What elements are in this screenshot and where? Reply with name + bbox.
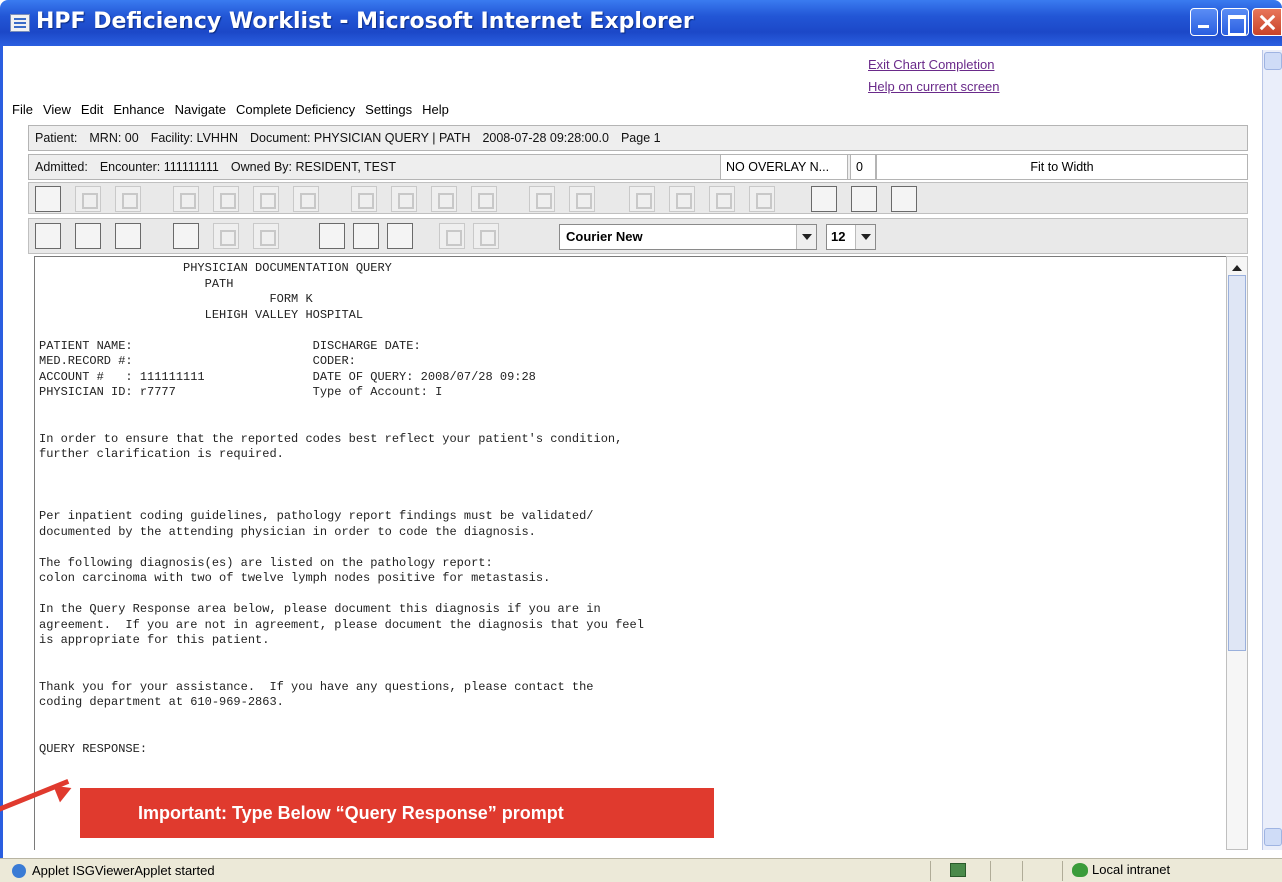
menu-bar: File View Edit Enhance Navigate Complete… (6, 96, 1248, 122)
zoom-out-icon[interactable] (569, 186, 595, 212)
menu-view[interactable]: View (43, 102, 71, 117)
exit-door-icon[interactable] (35, 186, 61, 212)
play-icon[interactable] (253, 223, 279, 249)
undo-icon[interactable] (439, 223, 465, 249)
patient-label: Patient: (35, 131, 78, 145)
security-zone: Local intranet (1072, 862, 1170, 877)
owned-by: Owned By: RESIDENT, TEST (230, 160, 396, 174)
exit-chart-completion-link[interactable]: Exit Chart Completion (868, 54, 1000, 76)
title-bar: HPF Deficiency Worklist - Microsoft Inte… (0, 0, 1282, 46)
document-datetime: 2008-07-28 09:28:00.0 (482, 131, 609, 145)
info-icon[interactable] (891, 186, 917, 212)
fit-page-icon[interactable] (629, 186, 655, 212)
cut-icon[interactable] (319, 223, 345, 249)
font-family-select[interactable]: Courier New (559, 224, 817, 250)
document-name: Document: PHYSICIAN QUERY | PATH (250, 131, 471, 145)
page-number: Page 1 (620, 131, 661, 145)
edit-pencil-icon[interactable] (173, 223, 199, 249)
page-flip-icon[interactable] (471, 186, 497, 212)
encounter: Encounter: 111111111 (99, 160, 219, 174)
applet-status-icon (950, 863, 966, 877)
editing-toolbar: Courier New 12 (28, 218, 1248, 254)
zoom-in-icon[interactable] (529, 186, 555, 212)
image-icon[interactable] (669, 186, 695, 212)
next-page-icon[interactable] (253, 186, 279, 212)
notes-icon[interactable] (811, 186, 837, 212)
navigation-toolbar (28, 182, 1248, 214)
mrn: MRN: 00 (89, 131, 139, 145)
record-icon[interactable] (213, 223, 239, 249)
page-icon[interactable] (351, 186, 377, 212)
menu-settings[interactable]: Settings (365, 102, 412, 117)
page-rotate-icon[interactable] (431, 186, 457, 212)
window-title: HPF Deficiency Worklist - Microsoft Inte… (36, 9, 694, 34)
delete-document-icon[interactable] (115, 223, 141, 249)
hpf-icon[interactable] (851, 186, 877, 212)
menu-navigate[interactable]: Navigate (175, 102, 226, 117)
save-document-icon[interactable] (75, 223, 101, 249)
instruction-callout: Important: Type Below “Query Response” p… (80, 788, 714, 838)
last-page-icon[interactable] (293, 186, 319, 212)
redo-icon[interactable] (473, 223, 499, 249)
document-scrollbar[interactable] (1226, 256, 1248, 850)
scroll-thumb[interactable] (1228, 275, 1246, 651)
help-link[interactable]: Help on current screen (868, 76, 1000, 98)
facility: Facility: LVHHN (150, 131, 238, 145)
top-links: Exit Chart Completion Help on current sc… (868, 54, 1000, 98)
menu-edit[interactable]: Edit (81, 102, 103, 117)
document-editor[interactable]: PHYSICIAN DOCUMENTATION QUERY PATH FORM … (34, 256, 1226, 850)
annotate-icon[interactable] (749, 186, 775, 212)
page-scroll-down-icon[interactable] (1264, 828, 1282, 846)
chevron-down-icon[interactable] (796, 225, 816, 249)
intranet-icon (1072, 862, 1088, 877)
paste-icon[interactable] (387, 223, 413, 249)
copy-icon[interactable] (353, 223, 379, 249)
document-text[interactable]: PHYSICIAN DOCUMENTATION QUERY PATH FORM … (39, 261, 644, 757)
status-text: Applet ISGViewerApplet started (32, 863, 215, 878)
menu-help[interactable]: Help (422, 102, 449, 117)
upload-icon[interactable] (75, 186, 101, 212)
font-size-select[interactable]: 12 (826, 224, 876, 250)
overlay-selector[interactable]: NO OVERLAY N... (720, 154, 848, 180)
zone-label: Local intranet (1092, 862, 1171, 877)
close-button[interactable] (1252, 8, 1282, 36)
ie-window-icon (10, 14, 30, 32)
patient-info-bar: Patient: MRN: 00 Facility: LVHHN Documen… (28, 125, 1248, 151)
sign-document-icon[interactable] (35, 223, 61, 249)
chevron-down-icon[interactable] (855, 225, 875, 249)
scroll-up-icon[interactable] (1228, 258, 1246, 274)
admitted-label: Admitted: (35, 160, 88, 174)
download-icon[interactable] (709, 186, 735, 212)
first-page-icon[interactable] (173, 186, 199, 212)
page-scrollbar[interactable] (1262, 50, 1282, 850)
font-size-value: 12 (831, 229, 846, 244)
ie-page-icon (12, 863, 26, 878)
font-family-value: Courier New (566, 229, 643, 244)
menu-file[interactable]: File (12, 102, 33, 117)
print-icon[interactable] (115, 186, 141, 212)
maximize-button[interactable] (1221, 8, 1249, 36)
previous-page-icon[interactable] (213, 186, 239, 212)
zoom-fit-to-width[interactable]: Fit to Width (876, 154, 1248, 180)
status-bar: Applet ISGViewerApplet started Local int… (0, 858, 1282, 882)
minimize-button[interactable] (1190, 8, 1218, 36)
menu-complete-deficiency[interactable]: Complete Deficiency (236, 102, 355, 117)
page-scroll-up-icon[interactable] (1264, 52, 1282, 70)
page-copy-icon[interactable] (391, 186, 417, 212)
overlay-count: 0 (850, 154, 876, 180)
menu-enhance[interactable]: Enhance (113, 102, 164, 117)
